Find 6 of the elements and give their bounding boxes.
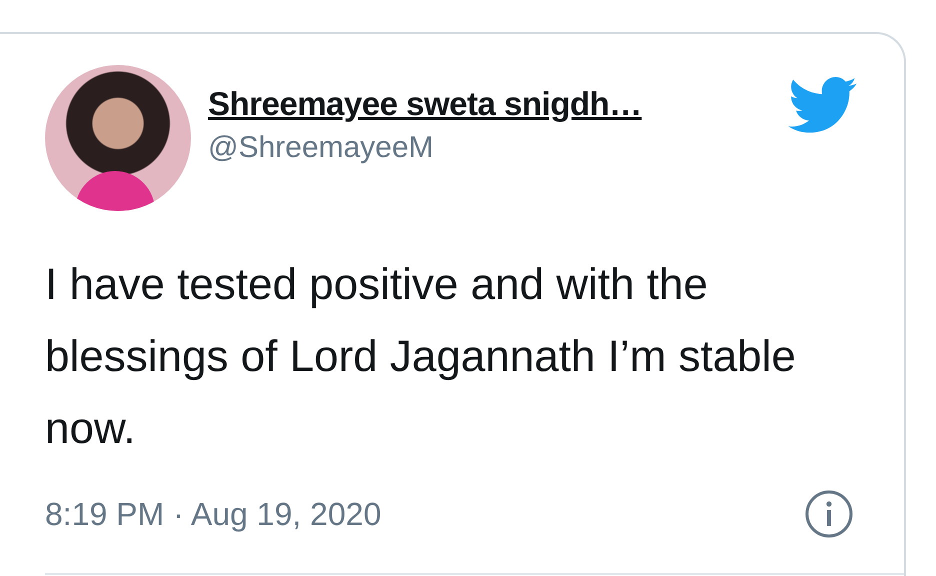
tweet-text: I have tested positive and with the blessings of Lord Jagannath I’m stable now. bbox=[44, 259, 797, 455]
bird-logo-icon bbox=[788, 77, 858, 135]
author-handle: @ShreemayeeM bbox=[208, 131, 435, 165]
info-icon[interactable] bbox=[804, 489, 854, 539]
author-name[interactable]: Shreemayee sweta snigdh… bbox=[208, 85, 788, 123]
tweet-timestamp[interactable]: 8:19 PM · Aug 19, 2020 bbox=[45, 496, 382, 532]
